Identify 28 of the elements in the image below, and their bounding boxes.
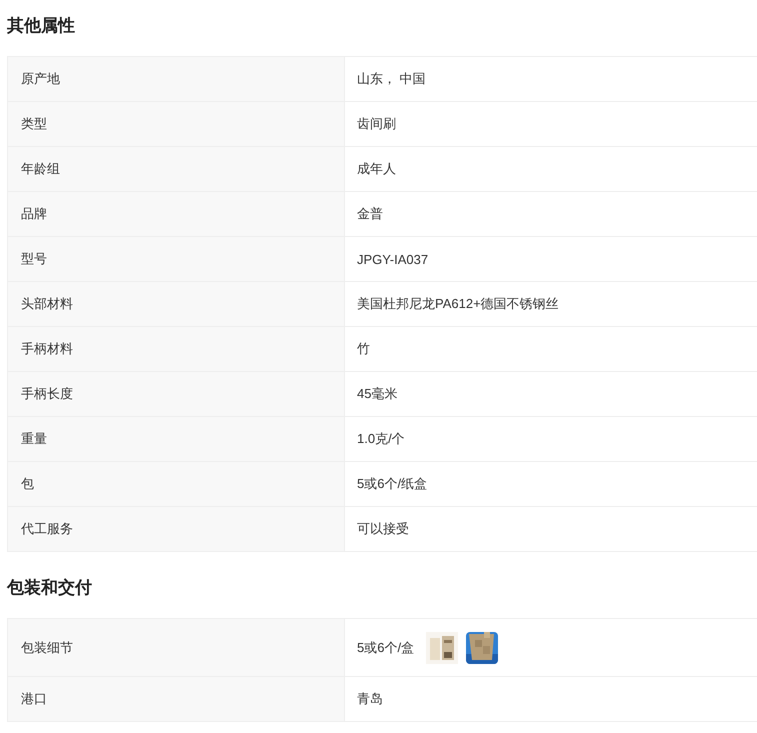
table-cell: 品牌 <box>7 192 345 236</box>
table-cell: 包 <box>7 462 345 506</box>
section-title: 包装和交付 <box>7 577 93 599</box>
table-cell: 齿间刷 <box>357 115 396 133</box>
table-cell: 年龄组 <box>7 147 345 191</box>
section-title: 其他属性 <box>7 15 76 37</box>
table-cell: 代工服务 <box>7 507 345 551</box>
table-cell: 包装细节 <box>7 619 345 676</box>
table-cell: 重量 <box>7 417 345 461</box>
table-cell: 头部材料 <box>7 282 345 326</box>
table-cell: 可以接受 <box>357 520 409 538</box>
table-cell: 5或6个/盒 <box>357 638 414 656</box>
table-cell: 青岛 <box>357 690 383 708</box>
table-cell: 手柄长度 <box>7 372 345 416</box>
table-cell: 成年人 <box>357 160 396 178</box>
table-cell: 竹 <box>357 340 370 358</box>
table-cell: 港口 <box>7 677 345 721</box>
table-cell: 型号 <box>7 237 345 281</box>
table-cell: 金普 <box>357 205 383 223</box>
table-cell: 1.0克/个 <box>357 430 405 448</box>
table-cell: 类型 <box>7 102 345 146</box>
table-cell: JPGY-IA037 <box>357 252 428 266</box>
table-cell: 手柄材料 <box>7 327 345 371</box>
table-cell: 原产地 <box>7 57 345 101</box>
table-cell: 5或6个/纸盒 <box>357 475 428 493</box>
table-cell: 45毫米 <box>357 385 398 403</box>
table-cell: 美国杜邦尼龙PA612+德国不锈钢丝 <box>357 295 559 313</box>
table-cell: 山东， 中国 <box>357 70 426 88</box>
